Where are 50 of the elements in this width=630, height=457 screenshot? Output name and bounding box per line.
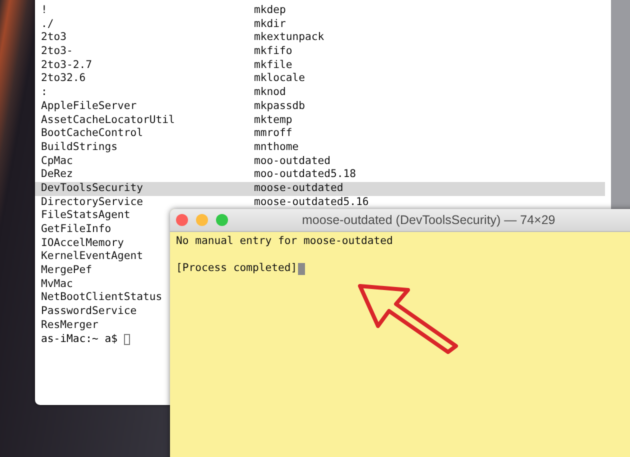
- list-entry: PasswordService: [41, 305, 137, 318]
- list-entry: mklocale: [254, 72, 306, 86]
- output-line: No manual entry for moose-outdated: [176, 235, 393, 247]
- list-entry: MergePef: [41, 264, 92, 276]
- list-entry: DirectoryService: [41, 196, 144, 208]
- list-entry: mknod: [254, 86, 286, 100]
- list-entry: 2to3: [41, 31, 67, 44]
- list-entry: KernelEventAgent: [41, 250, 144, 262]
- list-entry: mmroff: [254, 127, 292, 141]
- list-entry: mkdep: [254, 4, 286, 18]
- text-cursor: [298, 263, 306, 276]
- selected-row[interactable]: DevToolsSecurity moose-outdated: [35, 182, 605, 196]
- list-entry: FileStatsAgent: [41, 209, 130, 222]
- list-entry: DeRez: [41, 168, 73, 180]
- text-cursor: [124, 334, 130, 345]
- list-entry: CpMac: [41, 154, 73, 167]
- list-entry: ./: [41, 18, 54, 30]
- zoom-button[interactable]: [216, 214, 228, 226]
- list-entry: 2to32.6: [41, 72, 86, 84]
- list-entry: mkextunpack: [254, 31, 324, 46]
- list-entry: GetFileInfo: [41, 223, 112, 235]
- list-entry: moose-outdated5.16: [254, 196, 369, 210]
- window-title: moose-outdated (DevToolsSecurity) — 74×29: [302, 213, 556, 227]
- list-entry: moose-outdated: [254, 182, 344, 196]
- list-entry: DevToolsSecurity: [41, 182, 144, 194]
- output-line: [Process completed]: [176, 262, 298, 276]
- list-entry: mktemp: [254, 114, 292, 128]
- minimize-button[interactable]: [196, 214, 208, 226]
- list-entry: mkdir: [254, 18, 286, 32]
- shell-prompt: as-iMac:~ a$: [41, 332, 118, 346]
- arrow-icon: [358, 284, 458, 354]
- list-entry: ResMerger: [41, 318, 98, 331]
- list-entry: mkfifo: [254, 45, 292, 59]
- list-entry: moo-outdated: [254, 154, 331, 168]
- list-entry: mnthome: [254, 140, 299, 155]
- list-entry: :: [41, 86, 48, 98]
- list-entry: AppleFileServer: [41, 100, 137, 112]
- list-entry: !: [41, 4, 48, 16]
- list-entry: MvMac: [41, 278, 73, 290]
- list-entry: mkpassdb: [254, 100, 306, 114]
- list-entry: 2to3-2.7: [41, 58, 92, 71]
- list-entry: NetBootClientStatus: [41, 291, 162, 304]
- close-button[interactable]: [176, 214, 188, 226]
- list-entry: mkfile: [254, 58, 292, 72]
- list-entry: AssetCacheLocatorUtil: [41, 114, 175, 126]
- list-entry: IOAccelMemory: [41, 236, 124, 249]
- list-entry: BootCacheControl: [41, 127, 144, 140]
- list-entry: 2to3-: [41, 45, 73, 58]
- list-entry: moo-outdated5.18: [254, 168, 356, 182]
- list-entry: BuildStrings: [41, 140, 118, 153]
